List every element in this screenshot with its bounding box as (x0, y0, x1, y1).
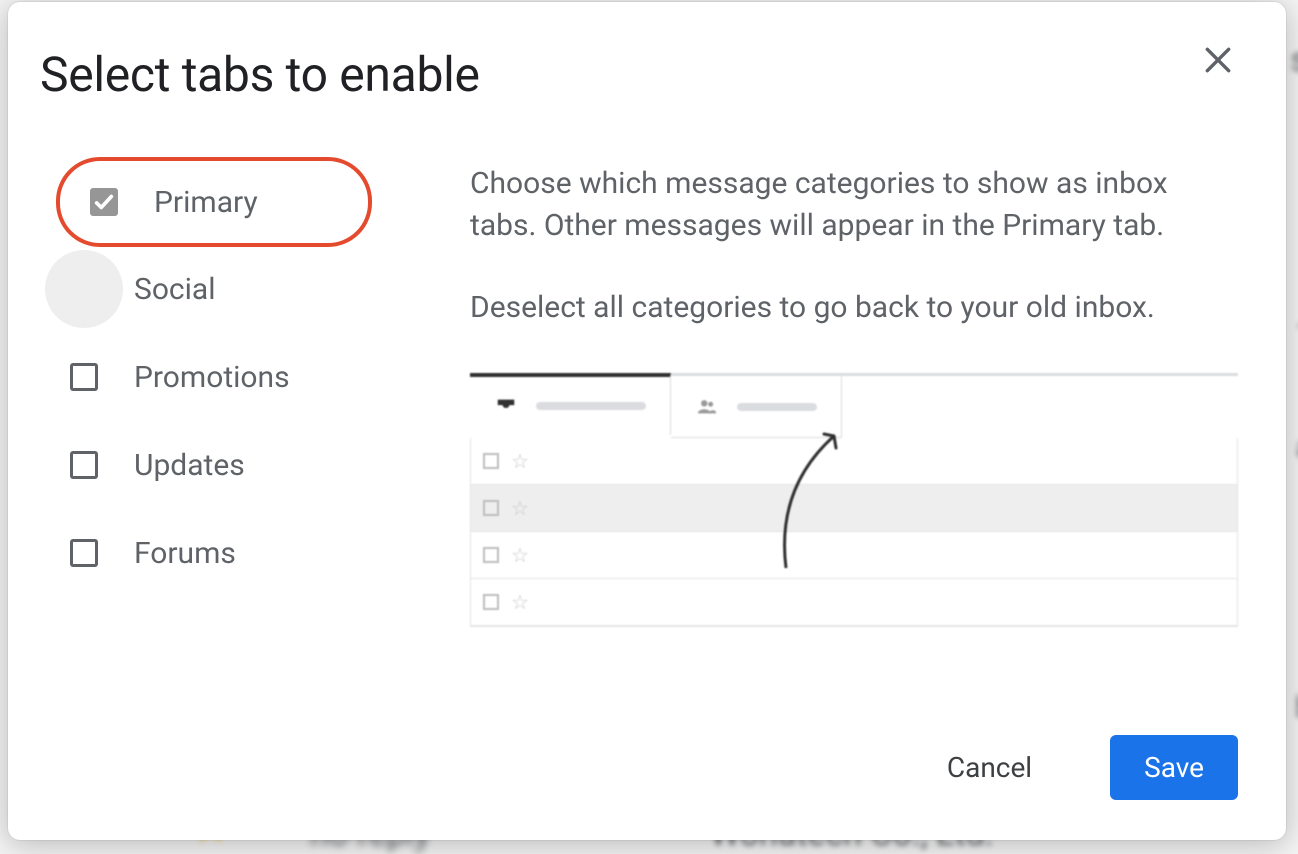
dialog-right-column: Choose which message categories to show … (470, 157, 1238, 705)
inbox-icon (494, 395, 518, 417)
people-icon (695, 396, 719, 418)
checkbox-social[interactable] (70, 275, 98, 303)
category-label: Primary (154, 185, 258, 220)
checkbox-updates[interactable] (70, 451, 98, 479)
category-promotions[interactable]: Promotions (62, 333, 410, 421)
category-list: Primary Social Promotions Updates Forums (40, 157, 410, 705)
category-forums[interactable]: Forums (62, 509, 410, 597)
select-tabs-dialog: Select tabs to enable Primary Social Pro… (8, 2, 1286, 840)
save-button[interactable]: Save (1110, 735, 1238, 800)
checkbox-promotions[interactable] (70, 363, 98, 391)
description-line-2: Deselect all categories to go back to yo… (470, 287, 1170, 329)
close-button[interactable] (1194, 36, 1242, 84)
category-label: Updates (134, 448, 245, 483)
preview-tab-primary (470, 373, 671, 435)
dialog-body: Primary Social Promotions Updates Forums (40, 157, 1238, 705)
category-label: Forums (134, 536, 236, 571)
category-social[interactable]: Social (62, 245, 410, 333)
close-icon (1202, 44, 1234, 76)
cancel-button[interactable]: Cancel (913, 735, 1066, 800)
category-updates[interactable]: Updates (62, 421, 410, 509)
check-icon (93, 191, 115, 213)
checkbox-primary[interactable] (90, 188, 118, 216)
category-label: Promotions (134, 360, 290, 395)
arrow-illustration (726, 428, 886, 588)
dialog-footer: Cancel Save (40, 735, 1238, 800)
description-line-1: Choose which message categories to show … (470, 163, 1170, 247)
dialog-description: Choose which message categories to show … (470, 163, 1170, 329)
inbox-preview-illustration: ☆ ☆ ☆ ☆ (470, 373, 1238, 627)
checkbox-forums[interactable] (70, 539, 98, 567)
bg-right-text: s (1290, 40, 1298, 80)
category-label: Social (134, 272, 216, 307)
dialog-title: Select tabs to enable (40, 46, 1238, 103)
category-primary[interactable]: Primary (56, 157, 372, 247)
